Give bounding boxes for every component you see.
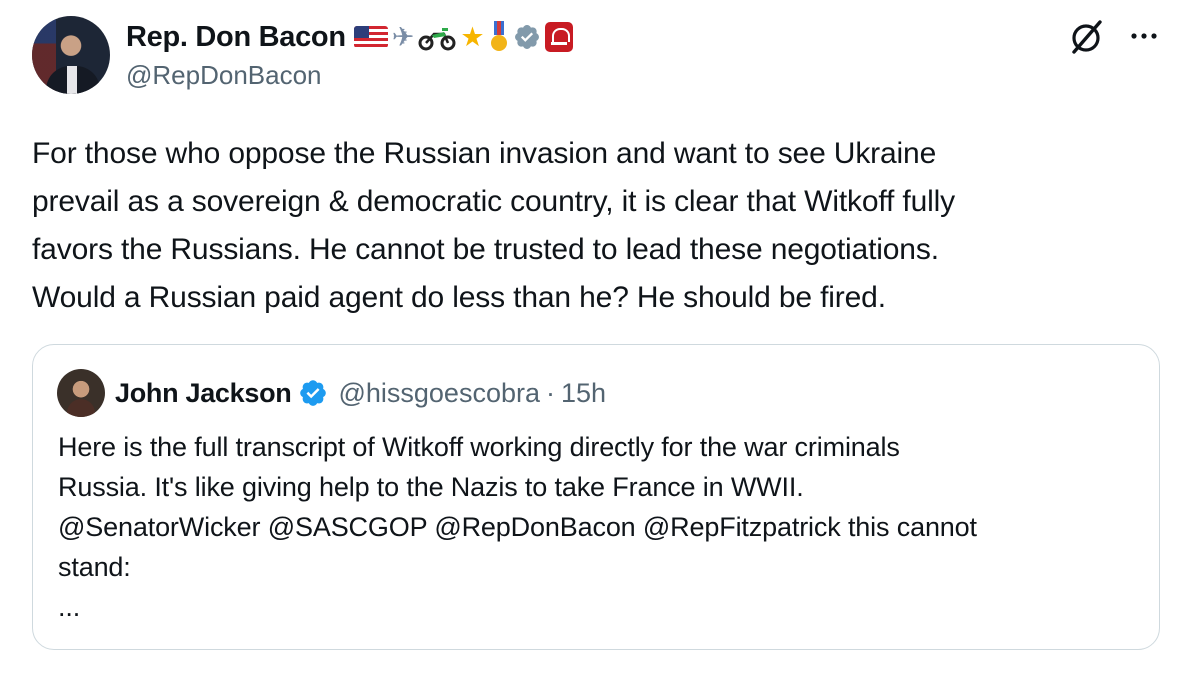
author-display-name[interactable]: Rep. Don Bacon [126,21,346,54]
motorcycle-icon [418,28,456,51]
quoted-tweet-timestamp[interactable]: 15h [561,378,606,409]
star-icon: ★ [460,21,485,52]
military-medal-icon [489,21,509,53]
verified-badge-icon[interactable] [298,378,328,408]
quoted-text-line: stand: [58,552,131,582]
author-name-row: Rep. Don Bacon ✈ ★ [126,18,573,56]
tweet-text-line: For those who oppose the Russian invasio… [32,137,937,170]
quoted-text-ellipsis: ... [58,592,81,622]
airplane-icon: ✈ [391,21,415,52]
author-name-emojis: ✈ ★ [353,21,573,53]
quoted-text-line: Russia. It's like giving help to the Naz… [58,472,804,502]
header-separator: · [545,377,555,408]
tweet-text: For those who oppose the Russian invasio… [32,130,1172,322]
government-verified-badge-icon[interactable] [513,23,541,51]
tweet-text-line: prevail as a sovereign & democratic coun… [32,185,956,218]
capitol-affiliate-badge-icon[interactable] [544,22,573,52]
quoted-tweet[interactable]: John Jackson @hissgoescobra · 15h Here i… [32,344,1160,650]
quoted-tweet-header: John Jackson @hissgoescobra · 15h [115,373,606,413]
us-flag-icon [353,26,388,48]
grok-icon[interactable] [1066,16,1108,58]
quoted-text-line: Here is the full transcript of Witkoff w… [58,432,900,462]
quoted-author-handle[interactable]: @hissgoescobra [338,378,540,409]
tweet-text-line: Would a Russian paid agent do less than … [32,281,886,314]
author-avatar[interactable] [32,16,110,94]
quoted-text-line: @SenatorWicker @SASCGOP @RepDonBacon @Re… [58,512,977,542]
avatar-shirt [67,66,77,94]
quoted-author-avatar[interactable] [57,369,105,417]
tweet-text-line: favors the Russians. He cannot be truste… [32,233,939,266]
author-handle[interactable]: @RepDonBacon [126,60,322,91]
quoted-author-display-name[interactable]: John Jackson [115,378,292,409]
more-icon[interactable] [1126,18,1162,54]
quoted-tweet-text: Here is the full transcript of Witkoff w… [58,427,1138,627]
